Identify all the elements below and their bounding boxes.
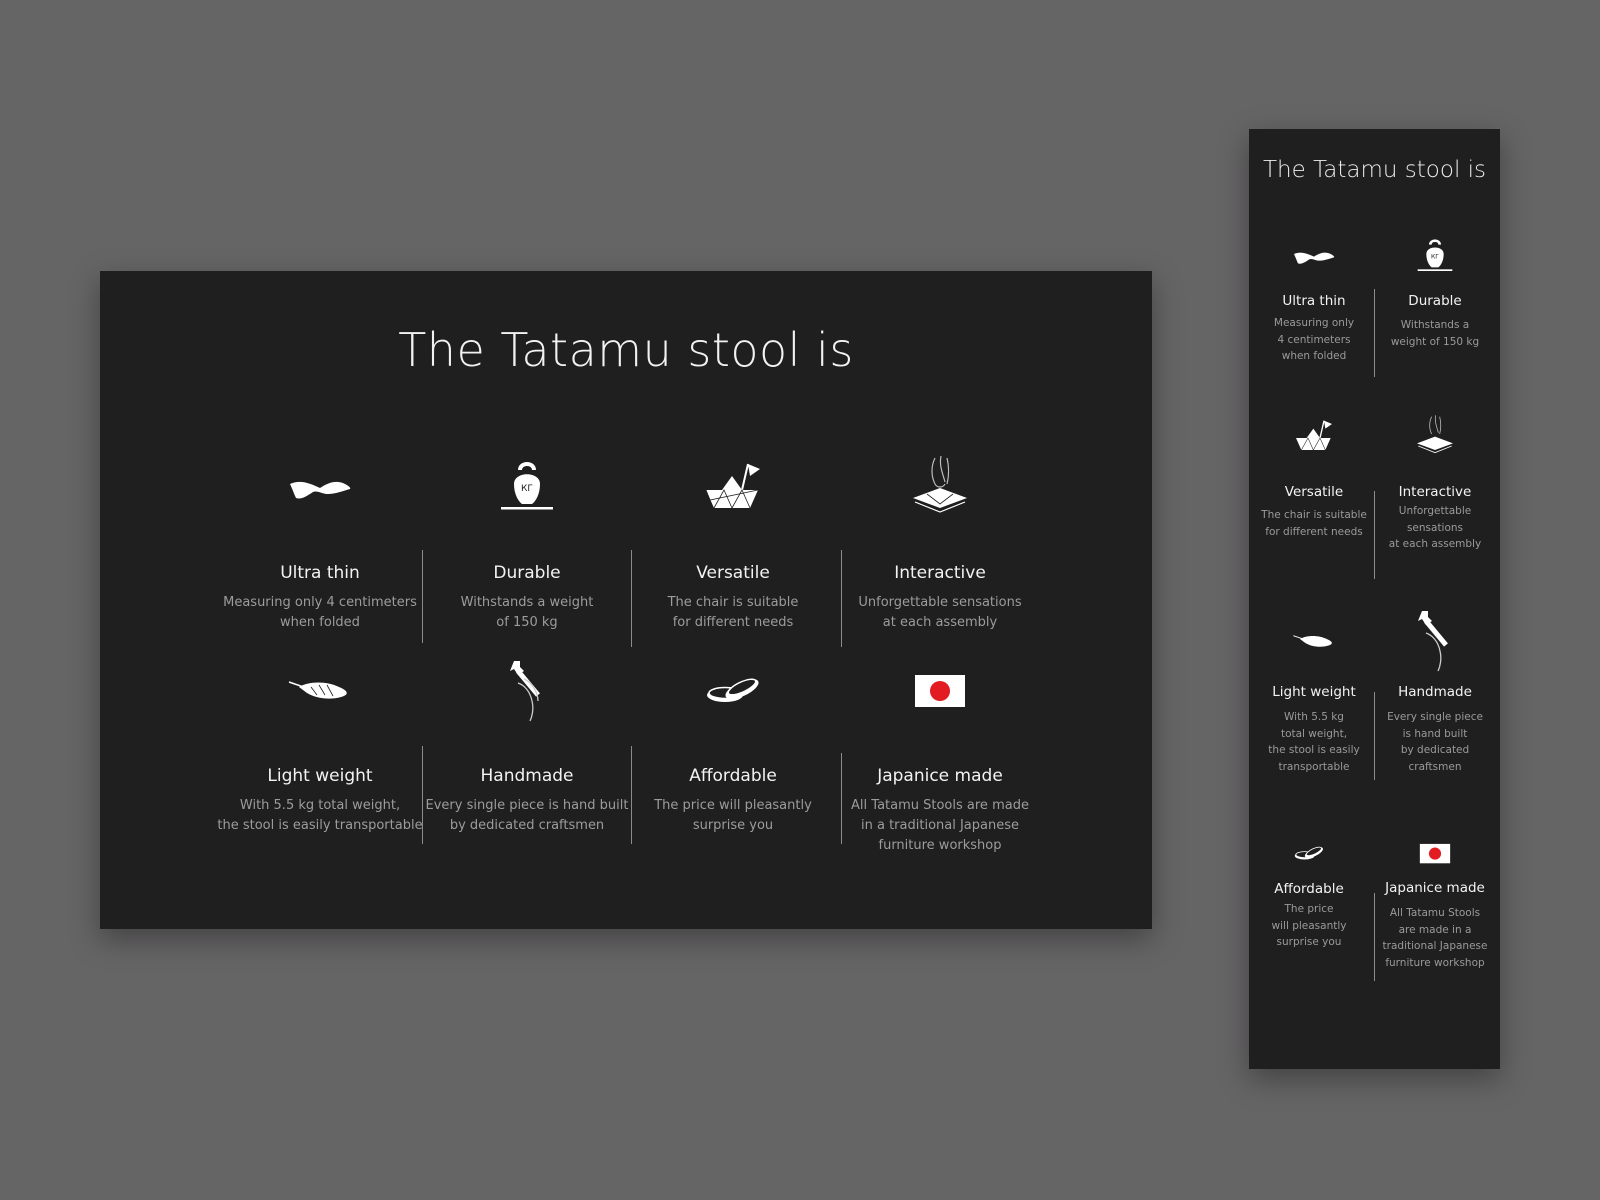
hand-wrench-icon bbox=[494, 657, 560, 723]
divider bbox=[1374, 893, 1375, 981]
hand-assembly-icon bbox=[1413, 414, 1457, 458]
coins-icon bbox=[1291, 835, 1327, 871]
origami-boat-icon bbox=[1292, 414, 1336, 458]
divider bbox=[1374, 692, 1375, 780]
feather-icon bbox=[1292, 619, 1336, 663]
divider bbox=[1374, 289, 1375, 377]
svg-text:КГ: КГ bbox=[1431, 254, 1439, 261]
panel-title: The Tatamu stool is bbox=[398, 323, 854, 377]
kettlebell-icon: КГ bbox=[494, 454, 560, 520]
origami-boat-icon bbox=[700, 454, 766, 520]
folded-sheet-icon bbox=[1292, 234, 1336, 278]
divider bbox=[422, 550, 423, 643]
folded-sheet-icon bbox=[287, 454, 353, 520]
svg-text:КГ: КГ bbox=[521, 484, 533, 494]
kettlebell-icon: КГ bbox=[1413, 234, 1457, 278]
divider bbox=[631, 746, 632, 844]
divider bbox=[841, 550, 842, 647]
japan-flag-icon bbox=[1415, 833, 1455, 873]
feather-icon bbox=[287, 657, 353, 723]
divider bbox=[631, 550, 632, 647]
panel-title: The Tatamu stool is bbox=[1262, 157, 1487, 183]
wide-infographic-panel: The Tatamu stool is Ultra thin Measuring… bbox=[100, 271, 1152, 929]
hand-assembly-icon bbox=[907, 454, 973, 520]
divider bbox=[841, 753, 842, 844]
divider bbox=[1374, 491, 1375, 579]
divider bbox=[422, 746, 423, 844]
coins-icon bbox=[700, 657, 766, 723]
japan-flag-icon bbox=[907, 657, 973, 723]
hand-wrench-icon bbox=[1402, 607, 1468, 673]
narrow-infographic-panel: The Tatamu stool is Ultra thin Measuring… bbox=[1249, 129, 1500, 1069]
